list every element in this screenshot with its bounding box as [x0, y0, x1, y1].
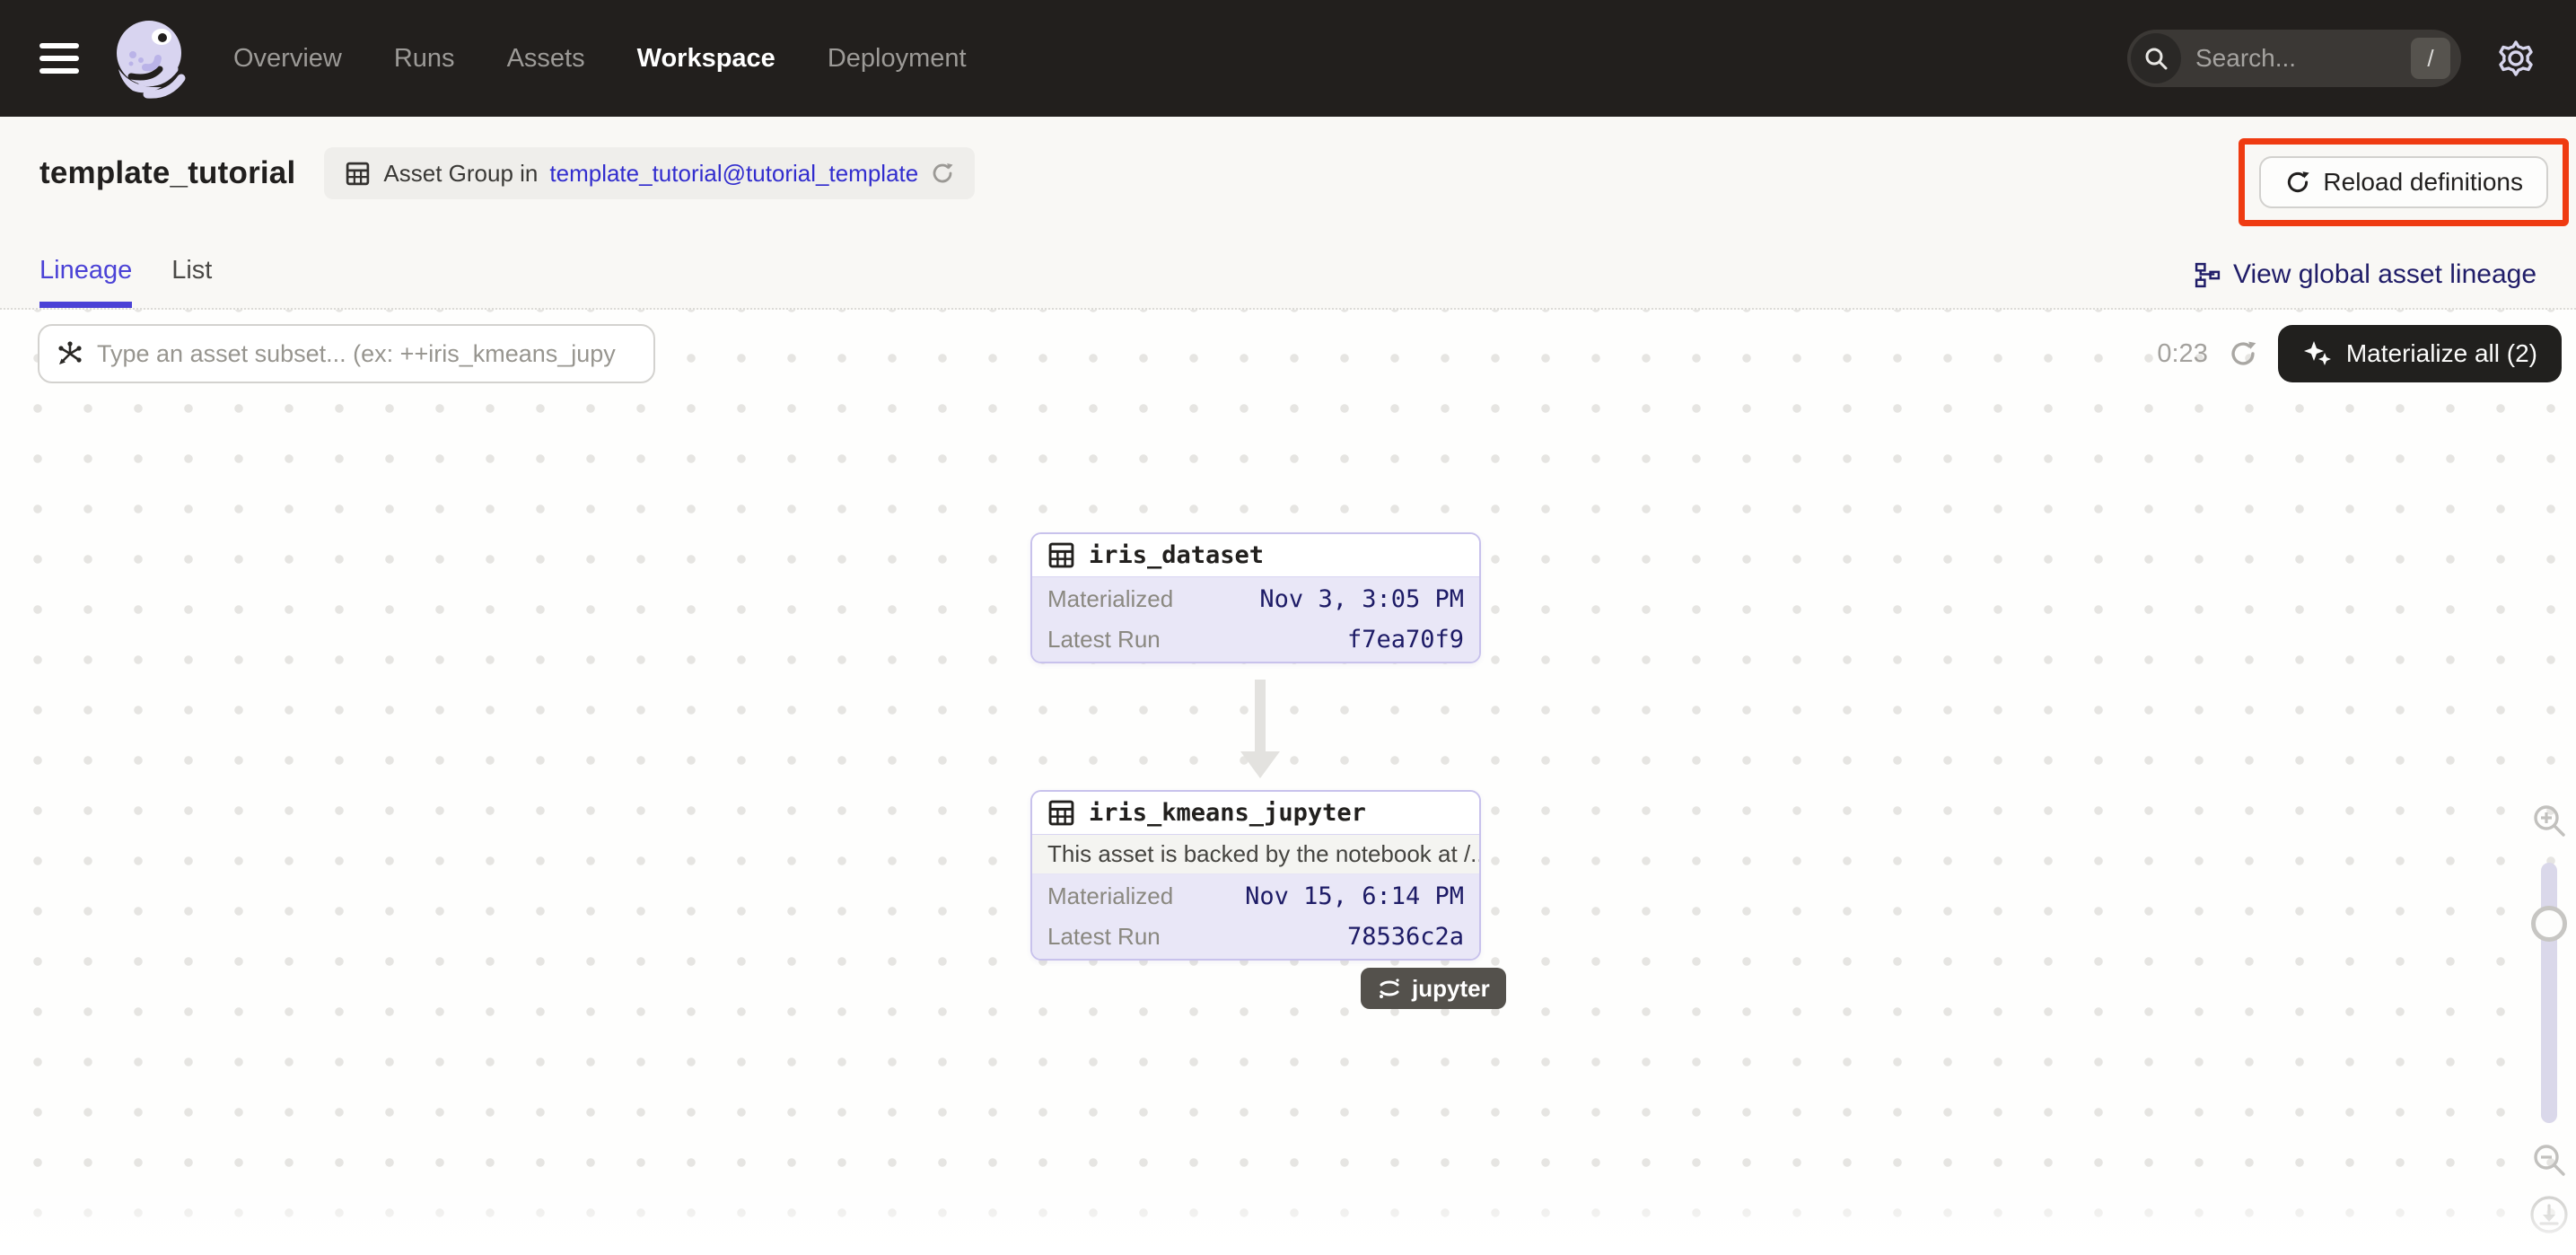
- repo-location-link[interactable]: template_tutorial@tutorial_template: [549, 160, 918, 188]
- asset-node-iris-dataset[interactable]: iris_dataset Materialized Nov 3, 3:05 PM…: [1030, 532, 1481, 663]
- tab-list[interactable]: List: [171, 256, 212, 308]
- zoom-controls: [2528, 802, 2571, 1234]
- lineage-canvas[interactable]: 0:23 Materialize all (2): [0, 310, 2576, 1255]
- refresh-timer: 0:23: [2157, 339, 2207, 369]
- materialize-all-button[interactable]: Materialize all (2): [2278, 325, 2562, 382]
- asset-subset-input[interactable]: [97, 340, 637, 368]
- page-title: template_tutorial: [39, 155, 295, 191]
- latest-run-label: Latest Run: [1047, 626, 1161, 654]
- top-navigation-bar: Overview Runs Assets Workspace Deploymen…: [0, 0, 2576, 117]
- menu-icon[interactable]: [39, 43, 79, 74]
- materialized-timestamp[interactable]: Nov 3, 3:05 PM: [1259, 585, 1464, 613]
- op-selector-icon: [56, 339, 84, 368]
- view-global-asset-lineage-link[interactable]: View global asset lineage: [2194, 259, 2537, 308]
- materialized-label: Materialized: [1047, 882, 1173, 910]
- tab-bar: Lineage List View global asset lineage: [39, 256, 2537, 308]
- asset-group-breadcrumb: Asset Group in template_tutorial@tutoria…: [324, 147, 975, 199]
- sparkles-icon: [2302, 338, 2333, 369]
- primary-nav: Overview Runs Assets Workspace Deploymen…: [233, 44, 967, 74]
- search-shortcut-badge: /: [2411, 38, 2450, 79]
- reload-icon: [2284, 169, 2311, 196]
- annotation-highlight-box: Reload definitions: [2239, 138, 2569, 226]
- nav-item-assets[interactable]: Assets: [507, 44, 585, 74]
- page-header: template_tutorial Asset Group in templat…: [0, 117, 2576, 310]
- asset-description: This asset is backed by the notebook at …: [1032, 835, 1479, 874]
- settings-gear-icon[interactable]: [2495, 38, 2537, 79]
- nav-item-workspace[interactable]: Workspace: [637, 44, 775, 74]
- search-placeholder: Search...: [2195, 44, 2296, 73]
- asset-group-icon: [344, 160, 372, 188]
- asset-name: iris_kmeans_jupyter: [1089, 799, 1366, 827]
- materialized-label: Materialized: [1047, 585, 1173, 613]
- reload-definitions-label: Reload definitions: [2323, 168, 2523, 197]
- asset-subset-filter[interactable]: [38, 324, 655, 383]
- latest-run-label: Latest Run: [1047, 923, 1161, 951]
- table-icon: [1047, 541, 1075, 569]
- canvas-bottom-fade: [0, 1174, 2576, 1255]
- latest-run-id[interactable]: f7ea70f9: [1347, 626, 1464, 654]
- asset-node-iris-kmeans-jupyter[interactable]: iris_kmeans_jupyter This asset is backed…: [1030, 790, 1481, 961]
- search-icon: [2131, 33, 2181, 83]
- tab-lineage[interactable]: Lineage: [39, 256, 132, 308]
- zoom-in-icon[interactable]: [2530, 802, 2568, 839]
- graph-toolbar: 0:23 Materialize all (2): [38, 324, 2562, 383]
- nav-item-deployment[interactable]: Deployment: [828, 44, 967, 74]
- asset-name: iris_dataset: [1089, 541, 1264, 569]
- graph-refresh-icon[interactable]: [2228, 338, 2258, 369]
- lineage-edge-arrow: [1240, 680, 1280, 778]
- download-view-icon[interactable]: [2529, 1195, 2569, 1234]
- materialized-timestamp[interactable]: Nov 15, 6:14 PM: [1245, 882, 1464, 910]
- dagster-logo[interactable]: [106, 13, 196, 103]
- nav-item-overview[interactable]: Overview: [233, 44, 342, 74]
- latest-run-id[interactable]: 78536c2a: [1347, 923, 1464, 951]
- asset-group-prefix: Asset Group in: [383, 160, 538, 188]
- zoom-slider[interactable]: [2541, 863, 2557, 1123]
- compute-kind-tag-label: jupyter: [1412, 975, 1490, 1003]
- zoom-slider-handle[interactable]: [2531, 906, 2567, 942]
- view-global-asset-lineage-label: View global asset lineage: [2233, 259, 2537, 290]
- nav-item-runs[interactable]: Runs: [394, 44, 455, 74]
- reload-definitions-button[interactable]: Reload definitions: [2259, 156, 2548, 208]
- zoom-out-icon[interactable]: [2530, 1141, 2568, 1179]
- chip-refresh-icon[interactable]: [930, 161, 955, 186]
- lineage-graph-icon: [2194, 261, 2221, 289]
- search-input[interactable]: Search... /: [2127, 30, 2461, 87]
- materialize-all-label: Materialize all (2): [2346, 339, 2537, 368]
- jupyter-icon: [1377, 976, 1402, 1001]
- compute-kind-tag-jupyter[interactable]: jupyter: [1361, 968, 1506, 1009]
- table-icon: [1047, 799, 1075, 827]
